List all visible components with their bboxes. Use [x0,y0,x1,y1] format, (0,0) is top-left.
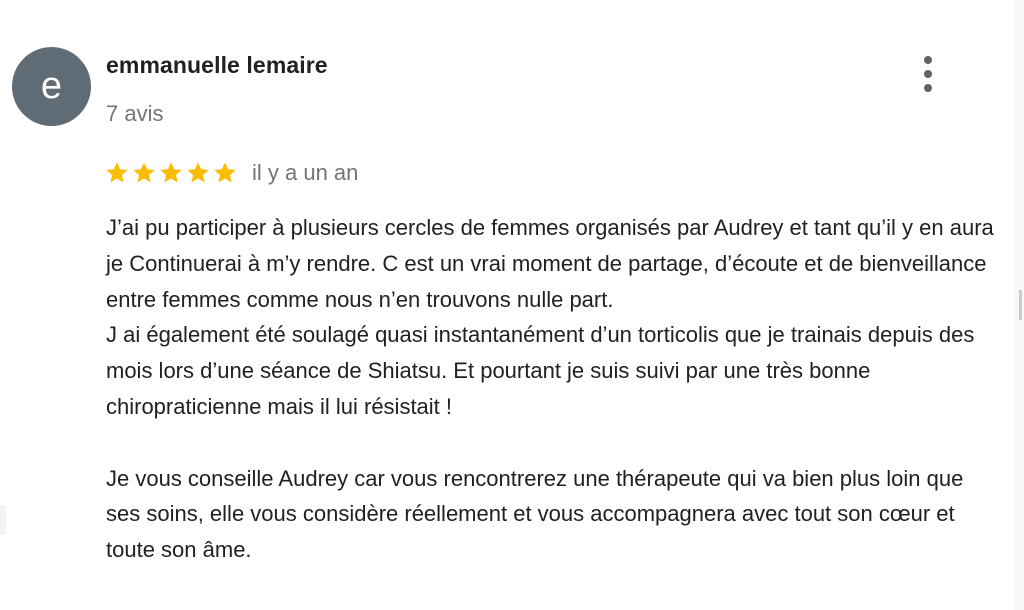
review-date: il y a un an [252,160,359,185]
star-rating [104,160,238,186]
more-vert-icon-dot [924,84,932,92]
reviewer-name[interactable]: emmanuelle lemaire [106,52,328,79]
more-options-button[interactable] [912,54,946,94]
star-icon [106,162,128,183]
top-area [0,0,1024,34]
star-icon [160,162,182,183]
review-count: 7 avis [106,101,164,126]
scrollbar-thumb[interactable] [1019,290,1022,320]
star-icon [214,162,236,183]
avatar[interactable]: e [12,47,91,126]
edge-mark [0,505,6,535]
more-vert-icon [924,56,932,64]
star-icon [133,162,155,183]
star-icon [187,162,209,183]
rating-row: il y a un an [104,158,358,188]
review-text-body: J’ai pu participer à plusieurs cercles d… [106,215,994,563]
more-vert-icon-dot [924,70,932,78]
review-card: e emmanuelle lemaire 7 avis il y a un an… [0,0,1024,610]
review-text: J’ai pu participer à plusieurs cercles d… [106,210,996,568]
